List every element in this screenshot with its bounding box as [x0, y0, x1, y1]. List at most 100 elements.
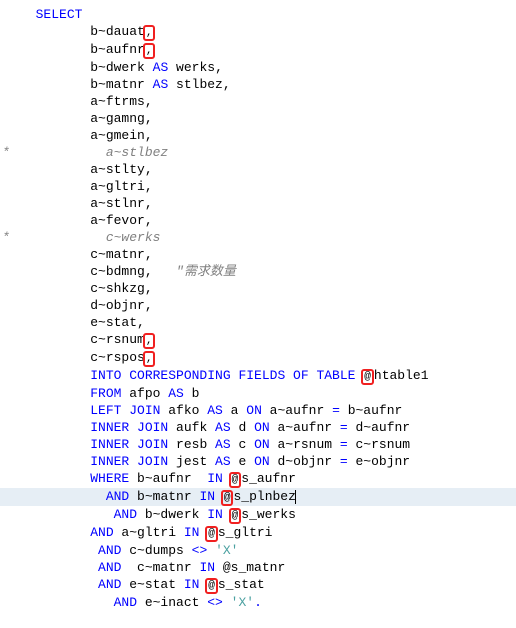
token-id: b~aufnr — [340, 403, 402, 418]
token-op: , — [215, 60, 223, 75]
error-marker-icon: @ — [221, 490, 234, 506]
token-kw: IN — [184, 577, 200, 592]
token-id: s_werks — [241, 507, 296, 522]
code-line[interactable]: AND c~dumps <> 'X' — [0, 542, 516, 559]
code-line[interactable]: a~stlty, — [0, 161, 516, 178]
error-marker-icon: @ — [229, 508, 242, 524]
code-line[interactable]: a~gltri, — [0, 178, 516, 195]
token-id: b~aufnr — [90, 42, 145, 57]
token-id: d — [231, 420, 254, 435]
code-line[interactable]: AND c~matnr IN @s_matnr — [0, 559, 516, 576]
token-kw: <> — [207, 595, 223, 610]
error-marker-icon: , — [143, 25, 156, 41]
token-id: @s_matnr — [215, 560, 285, 575]
token-id: e~stat — [90, 315, 137, 330]
code-line[interactable]: c~matnr, — [0, 246, 516, 263]
code-line[interactable]: AND b~dwerk IN @s_werks — [0, 506, 516, 524]
token-op: , — [145, 196, 153, 211]
code-line[interactable]: c~rsnum, — [0, 331, 516, 349]
token-id: jest — [168, 454, 215, 469]
token-op: , — [145, 298, 153, 313]
code-line[interactable]: AND a~gltri IN @s_gltri — [0, 524, 516, 542]
token-id: s_gltri — [218, 525, 273, 540]
token-id: d~aufnr — [348, 420, 410, 435]
token-id: c — [231, 437, 254, 452]
token-id: werks — [168, 60, 215, 75]
code-line[interactable]: AND b~matnr IN @s_plnbez — [0, 488, 516, 506]
token-op: , — [145, 94, 153, 109]
token-kw: ON — [254, 437, 270, 452]
token-op: , — [145, 247, 153, 262]
token-op: , — [223, 77, 231, 92]
code-line[interactable]: a~gmein, — [0, 127, 516, 144]
code-line[interactable]: LEFT JOIN afko AS a ON a~aufnr = b~aufnr — [0, 402, 516, 419]
token-id: s_stat — [218, 577, 265, 592]
token-op: , — [145, 213, 153, 228]
token-kw: AS — [215, 454, 231, 469]
token-kw: = — [340, 420, 348, 435]
code-line[interactable]: INNER JOIN aufk AS d ON a~aufnr = d~aufn… — [0, 419, 516, 436]
code-line[interactable]: e~stat, — [0, 314, 516, 331]
code-line[interactable]: AND e~inact <> 'X'. — [0, 594, 516, 611]
token-id: a~fevor — [90, 213, 145, 228]
token-kw: AND — [98, 543, 121, 558]
token-id: a~gmein — [90, 128, 145, 143]
code-line[interactable]: c~shkzg, — [0, 280, 516, 297]
code-line[interactable]: FROM afpo AS b — [0, 385, 516, 402]
token-kw: AS — [168, 386, 184, 401]
code-line[interactable]: b~dwerk AS werks, — [0, 59, 516, 76]
token-kw: AND — [114, 595, 137, 610]
code-line[interactable]: b~matnr AS stlbez, — [0, 76, 516, 93]
token-id: afpo — [121, 386, 168, 401]
token-id: b~aufnr — [129, 471, 207, 486]
token-op: , — [145, 179, 153, 194]
token-cm: "需求数量 — [176, 264, 236, 279]
code-line[interactable]: INNER JOIN resb AS c ON a~rsnum = c~rsnu… — [0, 436, 516, 453]
code-line[interactable]: c~bdmng, "需求数量 — [0, 263, 516, 280]
token-kw: ON — [246, 403, 262, 418]
token-kw: = — [332, 403, 340, 418]
error-marker-icon: @ — [205, 578, 218, 594]
code-editor[interactable]: SELECT b~dauat, b~aufnr, b~dwerk AS werk… — [0, 6, 516, 611]
token-id: b — [184, 386, 200, 401]
token-str: 'X' — [231, 595, 254, 610]
token-id: a~gltri — [114, 525, 184, 540]
token-kw: AS — [153, 60, 169, 75]
token-id: e~stat — [121, 577, 183, 592]
token-kw: AND — [98, 577, 121, 592]
code-line[interactable]: a~fevor, — [0, 212, 516, 229]
token-kw: AS — [215, 420, 231, 435]
token-id: b~dwerk — [137, 507, 207, 522]
code-line[interactable]: a~ftrms, — [0, 93, 516, 110]
code-line[interactable]: AND e~stat IN @s_stat — [0, 576, 516, 594]
token-kw: ON — [254, 454, 270, 469]
token-id: s_aufnr — [241, 471, 296, 486]
token-str: 'X' — [215, 543, 238, 558]
code-line[interactable]: b~aufnr, — [0, 41, 516, 59]
code-line[interactable]: SELECT — [0, 6, 516, 23]
code-line[interactable]: d~objnr, — [0, 297, 516, 314]
token-kw: INNER JOIN — [90, 454, 168, 469]
token-kw: AND — [90, 525, 113, 540]
token-id: stlbez — [168, 77, 223, 92]
token-op: , — [145, 162, 153, 177]
token-op — [223, 595, 231, 610]
token-id: d~objnr — [90, 298, 145, 313]
token-id: s_plnbez — [233, 489, 295, 504]
code-line[interactable]: INNER JOIN jest AS e ON d~objnr = e~objn… — [0, 453, 516, 470]
code-line[interactable]: a~stlnr, — [0, 195, 516, 212]
token-id: a~rsnum — [270, 437, 340, 452]
code-line[interactable]: INTO CORRESPONDING FIELDS OF TABLE @htab… — [0, 367, 516, 385]
code-line[interactable]: c~rspos, — [0, 349, 516, 367]
token-id: e — [231, 454, 254, 469]
code-line[interactable]: WHERE b~aufnr IN @s_aufnr — [0, 470, 516, 488]
code-line[interactable]: b~dauat, — [0, 23, 516, 41]
token-op: , — [145, 111, 153, 126]
token-kw: AS — [215, 437, 231, 452]
code-line[interactable]: * a~stlbez — [0, 144, 516, 161]
token-kw: INTO CORRESPONDING FIELDS OF TABLE — [90, 368, 355, 383]
error-marker-icon: @ — [205, 526, 218, 542]
code-line[interactable]: * c~werks — [0, 229, 516, 246]
token-id: c~matnr — [121, 560, 199, 575]
code-line[interactable]: a~gamng, — [0, 110, 516, 127]
